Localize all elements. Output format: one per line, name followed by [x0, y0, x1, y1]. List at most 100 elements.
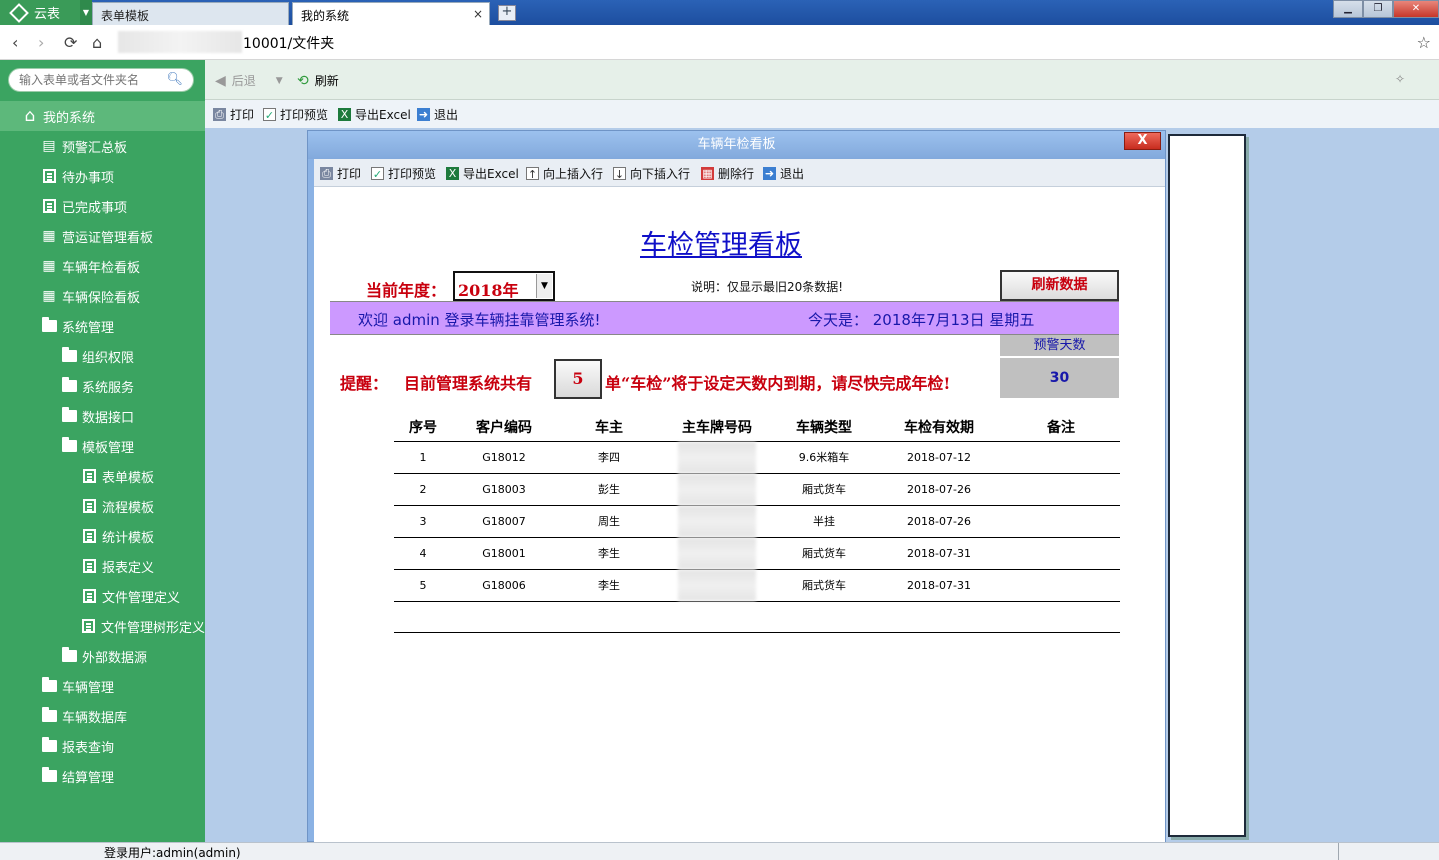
- maximize-button[interactable]: ❐: [1363, 0, 1393, 18]
- warn-days-value[interactable]: 30: [1000, 358, 1119, 398]
- sidebar-item-1[interactable]: ▤ 预警汇总板: [0, 131, 205, 161]
- sidebar-item-14[interactable]: 统计模板: [0, 521, 205, 551]
- table-row[interactable]: 4 G18001 李生 厢式货车 2018-07-31: [394, 537, 1120, 570]
- sidebar-item-20[interactable]: 车辆数据库: [0, 701, 205, 731]
- table-cell[interactable]: [662, 505, 772, 538]
- home-icon[interactable]: ⌂: [92, 33, 102, 52]
- exit-button[interactable]: ➜ 退出: [417, 106, 458, 123]
- refresh-data-button[interactable]: 刷新数据: [1000, 270, 1119, 301]
- table-cell[interactable]: 2018-07-31: [876, 569, 1002, 602]
- table-cell[interactable]: [1002, 537, 1120, 570]
- table-cell[interactable]: [1002, 473, 1120, 506]
- modal-export-excel-button[interactable]: X 导出Excel: [446, 165, 519, 182]
- sidebar-item-7[interactable]: 系统管理: [0, 311, 205, 341]
- sidebar-item-13[interactable]: 流程模板: [0, 491, 205, 521]
- modal-close-button[interactable]: X: [1124, 132, 1161, 150]
- table-cell[interactable]: [394, 601, 1120, 633]
- new-tab-button[interactable]: +: [498, 5, 516, 21]
- table-cell[interactable]: 彭生: [556, 473, 662, 506]
- sidebar-item-15[interactable]: 报表定义: [0, 551, 205, 581]
- table-cell[interactable]: 2: [394, 473, 452, 506]
- table-row[interactable]: 2 G18003 彭生 厢式货车 2018-07-26: [394, 473, 1120, 506]
- tab-my-system[interactable]: 我的系统 ×: [292, 2, 490, 25]
- forward-arrow-icon[interactable]: ›: [38, 33, 44, 52]
- table-cell[interactable]: [662, 473, 772, 506]
- tab-form-template[interactable]: 表单模板: [92, 2, 289, 25]
- sidebar-item-11[interactable]: 模板管理: [0, 431, 205, 461]
- insert-row-above-button[interactable]: ↑ 向上插入行: [526, 165, 603, 182]
- table-cell[interactable]: 3: [394, 505, 452, 538]
- search-icon[interactable]: 🔍︎: [166, 72, 183, 87]
- minimize-button[interactable]: ▁: [1333, 0, 1363, 18]
- table-row-empty[interactable]: [394, 601, 1120, 633]
- table-cell[interactable]: G18006: [452, 569, 556, 602]
- modal-exit-button[interactable]: ➜ 退出: [763, 165, 804, 182]
- export-excel-button[interactable]: X 导出Excel: [338, 106, 411, 123]
- table-cell[interactable]: 李四: [556, 441, 662, 474]
- table-cell[interactable]: G18007: [452, 505, 556, 538]
- apps-icon[interactable]: ✧: [1395, 72, 1405, 86]
- table-cell[interactable]: 周生: [556, 505, 662, 538]
- table-cell[interactable]: 李生: [556, 537, 662, 570]
- table-row[interactable]: 1 G18012 李四 9.6米箱车 2018-07-12: [394, 441, 1120, 474]
- sidebar-item-9[interactable]: 系统服务: [0, 371, 205, 401]
- back-button[interactable]: ◀ 后退 ▼: [215, 72, 283, 89]
- sidebar-item-12[interactable]: 表单模板: [0, 461, 205, 491]
- sidebar-item-4[interactable]: ▦ 营运证管理看板: [0, 221, 205, 251]
- table-cell[interactable]: 厢式货车: [772, 537, 876, 570]
- table-cell[interactable]: 厢式货车: [772, 569, 876, 602]
- table-cell[interactable]: 李生: [556, 569, 662, 602]
- close-tab-icon[interactable]: ×: [473, 7, 483, 21]
- table-cell[interactable]: 2018-07-26: [876, 473, 1002, 506]
- sidebar-item-3[interactable]: 已完成事项: [0, 191, 205, 221]
- sidebar-item-18[interactable]: 外部数据源: [0, 641, 205, 671]
- table-cell[interactable]: G18001: [452, 537, 556, 570]
- sidebar-item-5[interactable]: ▦ 车辆年检看板: [0, 251, 205, 281]
- table-cell[interactable]: G18012: [452, 441, 556, 474]
- chevron-down-icon[interactable]: ▼: [536, 274, 552, 298]
- url-redacted[interactable]: [118, 31, 242, 53]
- sidebar-item-8[interactable]: 组织权限: [0, 341, 205, 371]
- table-cell[interactable]: [662, 569, 772, 602]
- table-cell[interactable]: 5: [394, 569, 452, 602]
- sidebar-item-19[interactable]: 车辆管理: [0, 671, 205, 701]
- table-cell[interactable]: [1002, 505, 1120, 538]
- bookmark-star-icon[interactable]: ☆: [1417, 33, 1431, 52]
- table-cell[interactable]: [1002, 569, 1120, 602]
- table-cell[interactable]: 2018-07-12: [876, 441, 1002, 474]
- sidebar-item-6[interactable]: ▦ 车辆保险看板: [0, 281, 205, 311]
- table-cell[interactable]: 1: [394, 441, 452, 474]
- insert-row-below-button[interactable]: ↓ 向下插入行: [613, 165, 690, 182]
- app-menu-dropdown[interactable]: ▼: [80, 0, 92, 25]
- print-button[interactable]: ⎙ 打印: [213, 106, 254, 123]
- table-cell[interactable]: [662, 441, 772, 474]
- back-dropdown-icon[interactable]: ▼: [276, 76, 283, 86]
- url-text[interactable]: 10001/文件夹: [243, 33, 334, 53]
- table-row[interactable]: 3 G18007 周生 半挂 2018-07-26: [394, 505, 1120, 538]
- table-row[interactable]: 5 G18006 李生 厢式货车 2018-07-31: [394, 569, 1120, 602]
- table-cell[interactable]: [662, 537, 772, 570]
- modal-print-button[interactable]: ⎙ 打印: [320, 165, 361, 182]
- table-cell[interactable]: 半挂: [772, 505, 876, 538]
- sidebar-item-0[interactable]: ⌂ 我的系统: [0, 101, 205, 131]
- table-cell[interactable]: 2018-07-26: [876, 505, 1002, 538]
- sidebar-item-10[interactable]: 数据接口: [0, 401, 205, 431]
- window-close-button[interactable]: ✕: [1393, 0, 1439, 18]
- sidebar-item-17[interactable]: 文件管理树形定义: [0, 611, 205, 641]
- refresh-button[interactable]: ⟲ 刷新: [297, 72, 339, 89]
- year-select[interactable]: 2018年 ▼: [453, 271, 555, 301]
- back-arrow-icon[interactable]: ‹: [12, 33, 18, 52]
- sidebar-item-21[interactable]: 报表查询: [0, 731, 205, 761]
- sidebar-item-16[interactable]: 文件管理定义: [0, 581, 205, 611]
- sidebar-item-2[interactable]: 待办事项: [0, 161, 205, 191]
- print-preview-button[interactable]: ✓ 打印预览: [263, 106, 328, 123]
- table-cell[interactable]: 厢式货车: [772, 473, 876, 506]
- table-cell[interactable]: [1002, 441, 1120, 474]
- sidebar-item-22[interactable]: 结算管理: [0, 761, 205, 791]
- search-input[interactable]: [19, 71, 169, 89]
- table-cell[interactable]: 9.6米箱车: [772, 441, 876, 474]
- table-cell[interactable]: G18003: [452, 473, 556, 506]
- table-cell[interactable]: 4: [394, 537, 452, 570]
- modal-print-preview-button[interactable]: ✓ 打印预览: [371, 165, 436, 182]
- reload-icon[interactable]: ⟳: [64, 33, 77, 52]
